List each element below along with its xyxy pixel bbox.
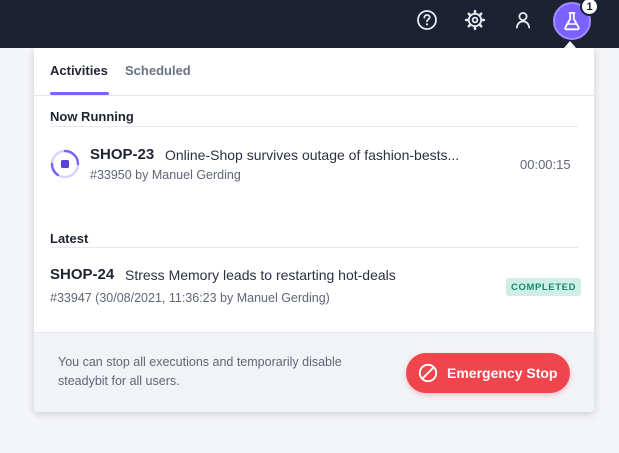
execution-meta: #33947 (30/08/2021, 11:36:23 by Manuel G…	[50, 291, 330, 305]
latest-heading: Latest	[50, 231, 89, 246]
emergency-stop-description: You can stop all executions and temporar…	[58, 355, 342, 388]
gear-icon[interactable]	[464, 9, 486, 31]
flask-icon	[564, 12, 580, 31]
experiment-name: Online-Shop survives outage of fashion-b…	[165, 147, 460, 163]
experiment-key: SHOP-24	[50, 266, 115, 283]
section-divider	[50, 247, 578, 248]
activity-tabs: Activities Scheduled	[34, 48, 594, 96]
notification-count-badge: 1	[580, 0, 599, 16]
activities-dropdown-panel: Activities Scheduled Now Running SHOP-23…	[34, 48, 594, 412]
tab-activities[interactable]: Activities	[50, 63, 108, 78]
emergency-stop-label: Emergency Stop	[447, 365, 558, 381]
execution-meta: #33950 by Manuel Gerding	[90, 168, 241, 182]
top-navigation-bar: 1	[0, 0, 619, 48]
running-spinner-icon	[50, 149, 80, 179]
experiment-key: SHOP-23	[90, 146, 155, 163]
status-badge: COMPLETED	[506, 278, 582, 296]
experiment-name: Stress Memory leads to restarting hot-de…	[125, 267, 396, 283]
help-icon[interactable]	[416, 9, 438, 31]
user-icon[interactable]	[512, 9, 534, 31]
tab-scheduled[interactable]: Scheduled	[125, 63, 191, 78]
emergency-stop-button[interactable]: Emergency Stop	[406, 353, 570, 393]
elapsed-time: 00:00:15	[520, 157, 571, 172]
section-divider	[50, 126, 578, 127]
emergency-stop-footer: You can stop all executions and temporar…	[34, 332, 594, 412]
stop-icon	[418, 363, 438, 383]
active-tab-indicator	[50, 92, 109, 95]
now-running-heading: Now Running	[50, 109, 134, 124]
